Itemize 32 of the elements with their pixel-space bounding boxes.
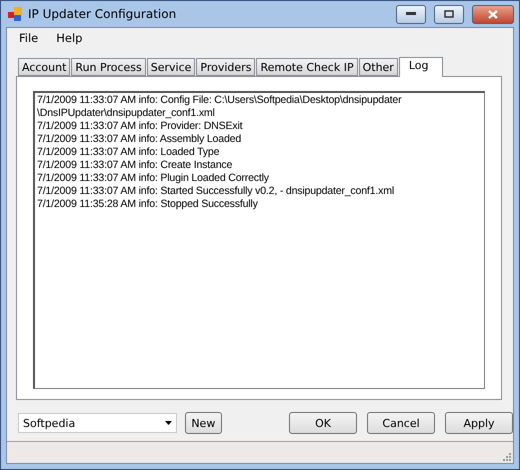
log-line: 7/1/2009 11:33:07 AM info: Loaded Type [37,146,220,159]
log-line: 7/1/2009 11:33:07 AM info: Plugin Loaded Correctly [37,172,270,185]
new-button[interactable]: New [184,412,222,434]
menu-item[interactable]: File [11,31,46,45]
menu-item[interactable]: Help [48,31,90,45]
tab[interactable]: Service [146,58,196,76]
maximize-button[interactable] [434,4,464,24]
maximize-icon [444,10,454,18]
minimize-button[interactable] [396,4,426,24]
minimize-icon [406,12,416,16]
tab[interactable]: Log [398,57,444,77]
tab[interactable]: Run Process [71,58,146,76]
log-line: 7/1/2009 11:33:07 AM info: Started Successfully v0.2, - dnsipupdater_conf1.xml [37,185,395,198]
log-line: 7/1/2009 11:35:28 AM info: Stopped Successfully [37,198,259,211]
log-line: 7/1/2009 11:33:07 AM info: Provider: DNSExit [37,120,244,133]
profile-dropdown[interactable]: Softpedia [18,413,177,433]
close-icon [488,10,498,18]
tab[interactable]: Account [18,58,70,76]
tab[interactable]: Other [358,58,398,76]
app-icon [8,7,22,21]
log-line: \DnsIPUpdater\dnsipupdater_conf1.xml [37,107,216,120]
log-line: 7/1/2009 11:33:07 AM info: Assembly Loaded [37,133,242,146]
close-button[interactable] [472,4,514,24]
window-title: IP Updater Configuration [28,7,178,21]
dialog-button[interactable]: Apply [445,412,513,434]
dropdown-arrow-icon [164,421,172,425]
log-line: 7/1/2009 11:33:07 AM info: Config File: C:\Users\Softpedia\Desktop\dnsipupdater [37,94,402,107]
log-line: 7/1/2009 11:33:07 AM info: Create Instance [37,159,234,172]
dialog-button[interactable]: OK [289,412,358,434]
tab[interactable]: Remote Check IP [256,58,358,76]
dialog-button[interactable]: Cancel [367,412,436,434]
tab[interactable]: Providers [196,58,256,76]
